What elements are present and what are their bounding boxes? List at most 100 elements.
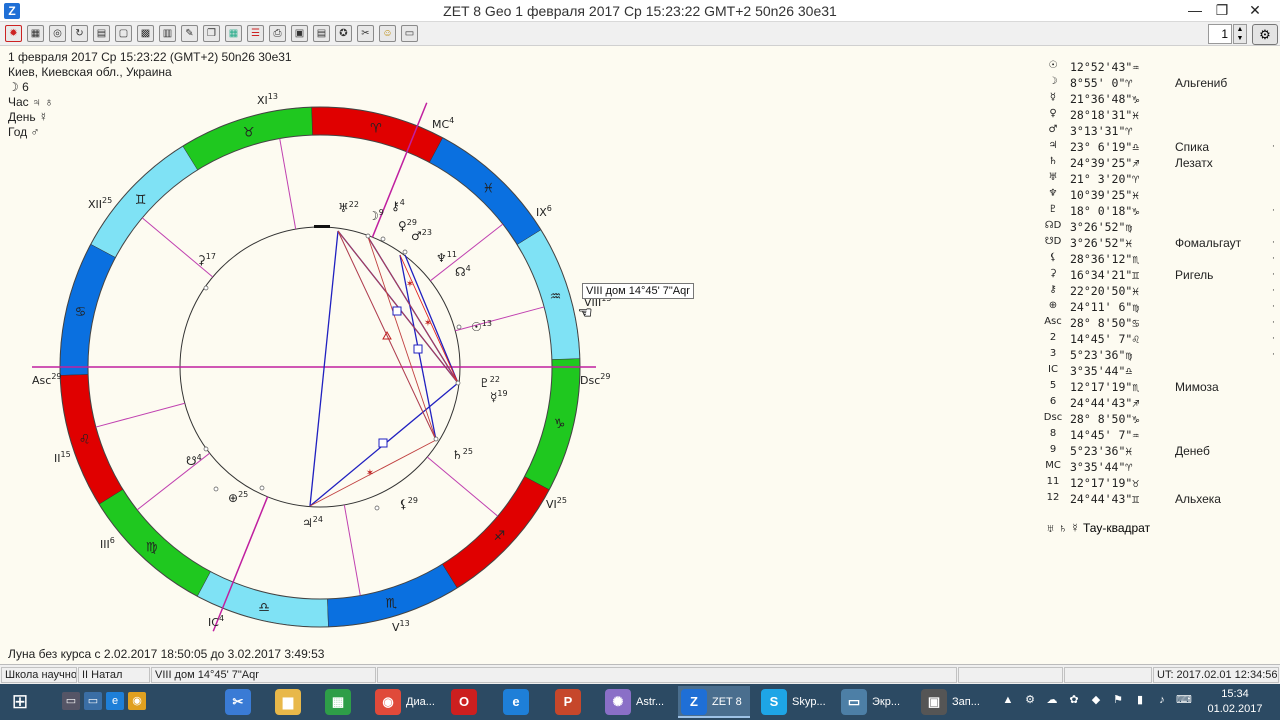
planet-symbol: ⊕ [1048, 300, 1058, 311]
taskbar-explorer[interactable]: ▆ [272, 686, 308, 718]
windows-start-icon[interactable]: ⊞ [6, 690, 34, 714]
keyboard-icon[interactable]: ⌨ [1176, 692, 1192, 708]
taskbar-app[interactable]: ▣ Зап... [918, 686, 992, 718]
taskbar: ⊞ ▭ ▭ e ◉ ✂ ▆ ▦ ◉ Диа... Oe P ✺ Astr... Z ZET 8… [0, 684, 1280, 720]
new-chart-icon[interactable]: ✹ [5, 25, 22, 42]
taskbar-app[interactable]: Z ZET 8 [678, 686, 750, 718]
zodiac-glyph: ♑ [554, 417, 566, 432]
taskbar-app[interactable]: O [448, 686, 492, 718]
quicklaunch-icon-1[interactable]: ▭ [62, 692, 80, 710]
planet-symbol: ⚳ [1049, 268, 1057, 279]
taskbar-store[interactable]: ▦ [322, 686, 358, 718]
natal-chart-wheel[interactable]: ♈♉♊♋♌♍♎♏♐♑♒♓XI13MC4IX6VIII15Dsc29VI25V13… [0, 47, 1040, 647]
quicklaunch-icon-2[interactable]: ▭ [84, 692, 102, 710]
close-button[interactable]: ✕ [1238, 0, 1272, 22]
folder-icon: ▆ [275, 689, 301, 715]
print-icon[interactable]: ⎙ [269, 25, 286, 42]
planet-position: 24°44'43"♐ [1070, 396, 1140, 410]
status-empty-1 [377, 667, 957, 683]
planet-position: 5°23'36"♍ [1070, 348, 1133, 362]
fixed-star: Фомальгаут [1175, 236, 1242, 250]
taskbar-app[interactable]: P [552, 686, 596, 718]
planet-position: 24°44'43"♊ [1070, 492, 1140, 506]
taskbar-app[interactable]: e [500, 686, 544, 718]
compare-icon[interactable]: ▥ [159, 25, 176, 42]
tray-icon-2[interactable]: ⚙ [1022, 692, 1038, 708]
fixed-star: Ригель [1175, 268, 1214, 282]
tray-icon-5[interactable]: ◆ [1088, 692, 1104, 708]
tray-icon-1[interactable]: ▲ [1000, 692, 1016, 708]
atlas-icon[interactable]: ✪ [335, 25, 352, 42]
flag-icon[interactable]: ⚑ [1110, 692, 1126, 708]
cycle-icon[interactable]: ↻ [71, 25, 88, 42]
planet-position: 3°35'44"♎ [1070, 364, 1133, 378]
tray-icon-3[interactable]: ☁ [1044, 692, 1060, 708]
planet-symbol: ☿ [1049, 92, 1057, 103]
person-icon[interactable]: ☺ [379, 25, 396, 42]
taskbar-app-icon: S [761, 689, 787, 715]
planet-symbol: 2 [1049, 332, 1057, 343]
sextile-marker: ✶ [424, 318, 432, 329]
scroll-edge-glyph: · [1272, 350, 1275, 360]
planet-point [203, 446, 209, 452]
volume-icon[interactable]: ♪ [1154, 692, 1170, 708]
pen-icon[interactable]: ✎ [181, 25, 198, 42]
planet-position: 28° 8'50"♑ [1070, 412, 1140, 426]
list-icon[interactable]: ☰ [247, 25, 264, 42]
wheel-icon[interactable]: ◎ [49, 25, 66, 42]
planet-position: 28°18'31"♓ [1070, 108, 1140, 122]
restore-button[interactable]: ❐ [1205, 0, 1239, 22]
image-icon[interactable]: ▣ [291, 25, 308, 42]
network-icon[interactable]: ▮ [1132, 692, 1148, 708]
scroll-edge-glyph: · [1272, 238, 1275, 248]
scissors-icon[interactable]: ✂ [357, 25, 374, 42]
grid-icon[interactable]: ▤ [93, 25, 110, 42]
house-label: XII25 [88, 196, 112, 211]
taskbar-app[interactable]: ✺ Astr... [602, 686, 672, 718]
planet-symbol: Asc [1044, 316, 1062, 327]
zodiac-glyph: ♋ [75, 305, 87, 320]
quicklaunch-ie-icon[interactable]: e [106, 692, 124, 710]
settings-gear-icon[interactable]: ⚙ [1252, 24, 1278, 45]
copy-icon[interactable]: ❐ [203, 25, 220, 42]
planet-symbol: 6 [1049, 396, 1057, 407]
taskbar-app-icon: ◉ [375, 689, 401, 715]
planet-symbol: MC [1045, 460, 1061, 471]
note-icon[interactable]: ▤ [313, 25, 330, 42]
zodiac-glyph: ♍ [146, 540, 158, 555]
planet-symbol: ☊D [1044, 220, 1062, 231]
zoom-input[interactable]: 1 [1208, 24, 1232, 44]
clock[interactable]: 15:34 01.02.2017 [1204, 687, 1266, 717]
planet-symbol: 8 [1049, 428, 1057, 439]
taskbar-app[interactable]: ◉ Диа... [372, 686, 442, 718]
scroll-edge-glyph: · [1272, 302, 1275, 312]
zodiac-glyph: ♉ [243, 126, 255, 141]
status-school: Школа научной [1, 667, 77, 683]
taskbar-app-label: Skyp... [792, 696, 826, 708]
tau-square-label: ♅ ♄ ☿ Тау-квадрат [1046, 521, 1151, 535]
calendar-icon[interactable]: ▦ [225, 25, 242, 42]
planet-symbol: IC [1048, 364, 1058, 375]
planet-position: 5°23'36"♓ [1070, 444, 1133, 458]
aspect-grid-icon[interactable]: ▩ [137, 25, 154, 42]
tray-icon-4[interactable]: ✿ [1066, 692, 1082, 708]
table-icon[interactable]: ▦ [27, 25, 44, 42]
planet-position: 21° 3'20"♈ [1070, 172, 1140, 186]
taskbar-app[interactable]: ▭ Экр... [838, 686, 912, 718]
taskbar-snip-tool[interactable]: ✂ [222, 686, 258, 718]
doc-icon[interactable]: ▢ [115, 25, 132, 42]
planet-point [402, 249, 408, 255]
planet-point [213, 486, 219, 492]
taskbar-app[interactable]: S Skyp... [758, 686, 832, 718]
fixed-star: Альхека [1175, 492, 1221, 506]
planet-position: 3°13'31"♈ [1070, 124, 1133, 138]
page-icon[interactable]: ▭ [401, 25, 418, 42]
taskbar-app-label: Astr... [636, 696, 665, 708]
toolbar: ✹ ▦ ◎ ↻ ▤ ▢ ▩ ▥ ✎ ❐ ▦ ☰ ⎙ ▣ ▤ ✪ ✂ ☺ ▭ 1 … [0, 22, 1280, 46]
zodiac-glyph: ♊ [135, 193, 147, 208]
planet-position: 28° 8'50"♋ [1070, 316, 1140, 330]
planet-symbol: ♇ [1048, 204, 1058, 215]
quicklaunch-chrome-icon[interactable]: ◉ [128, 692, 146, 710]
scroll-edge-glyph: · [1272, 206, 1275, 216]
zoom-spinner[interactable]: ▲ ▼ [1233, 24, 1247, 44]
